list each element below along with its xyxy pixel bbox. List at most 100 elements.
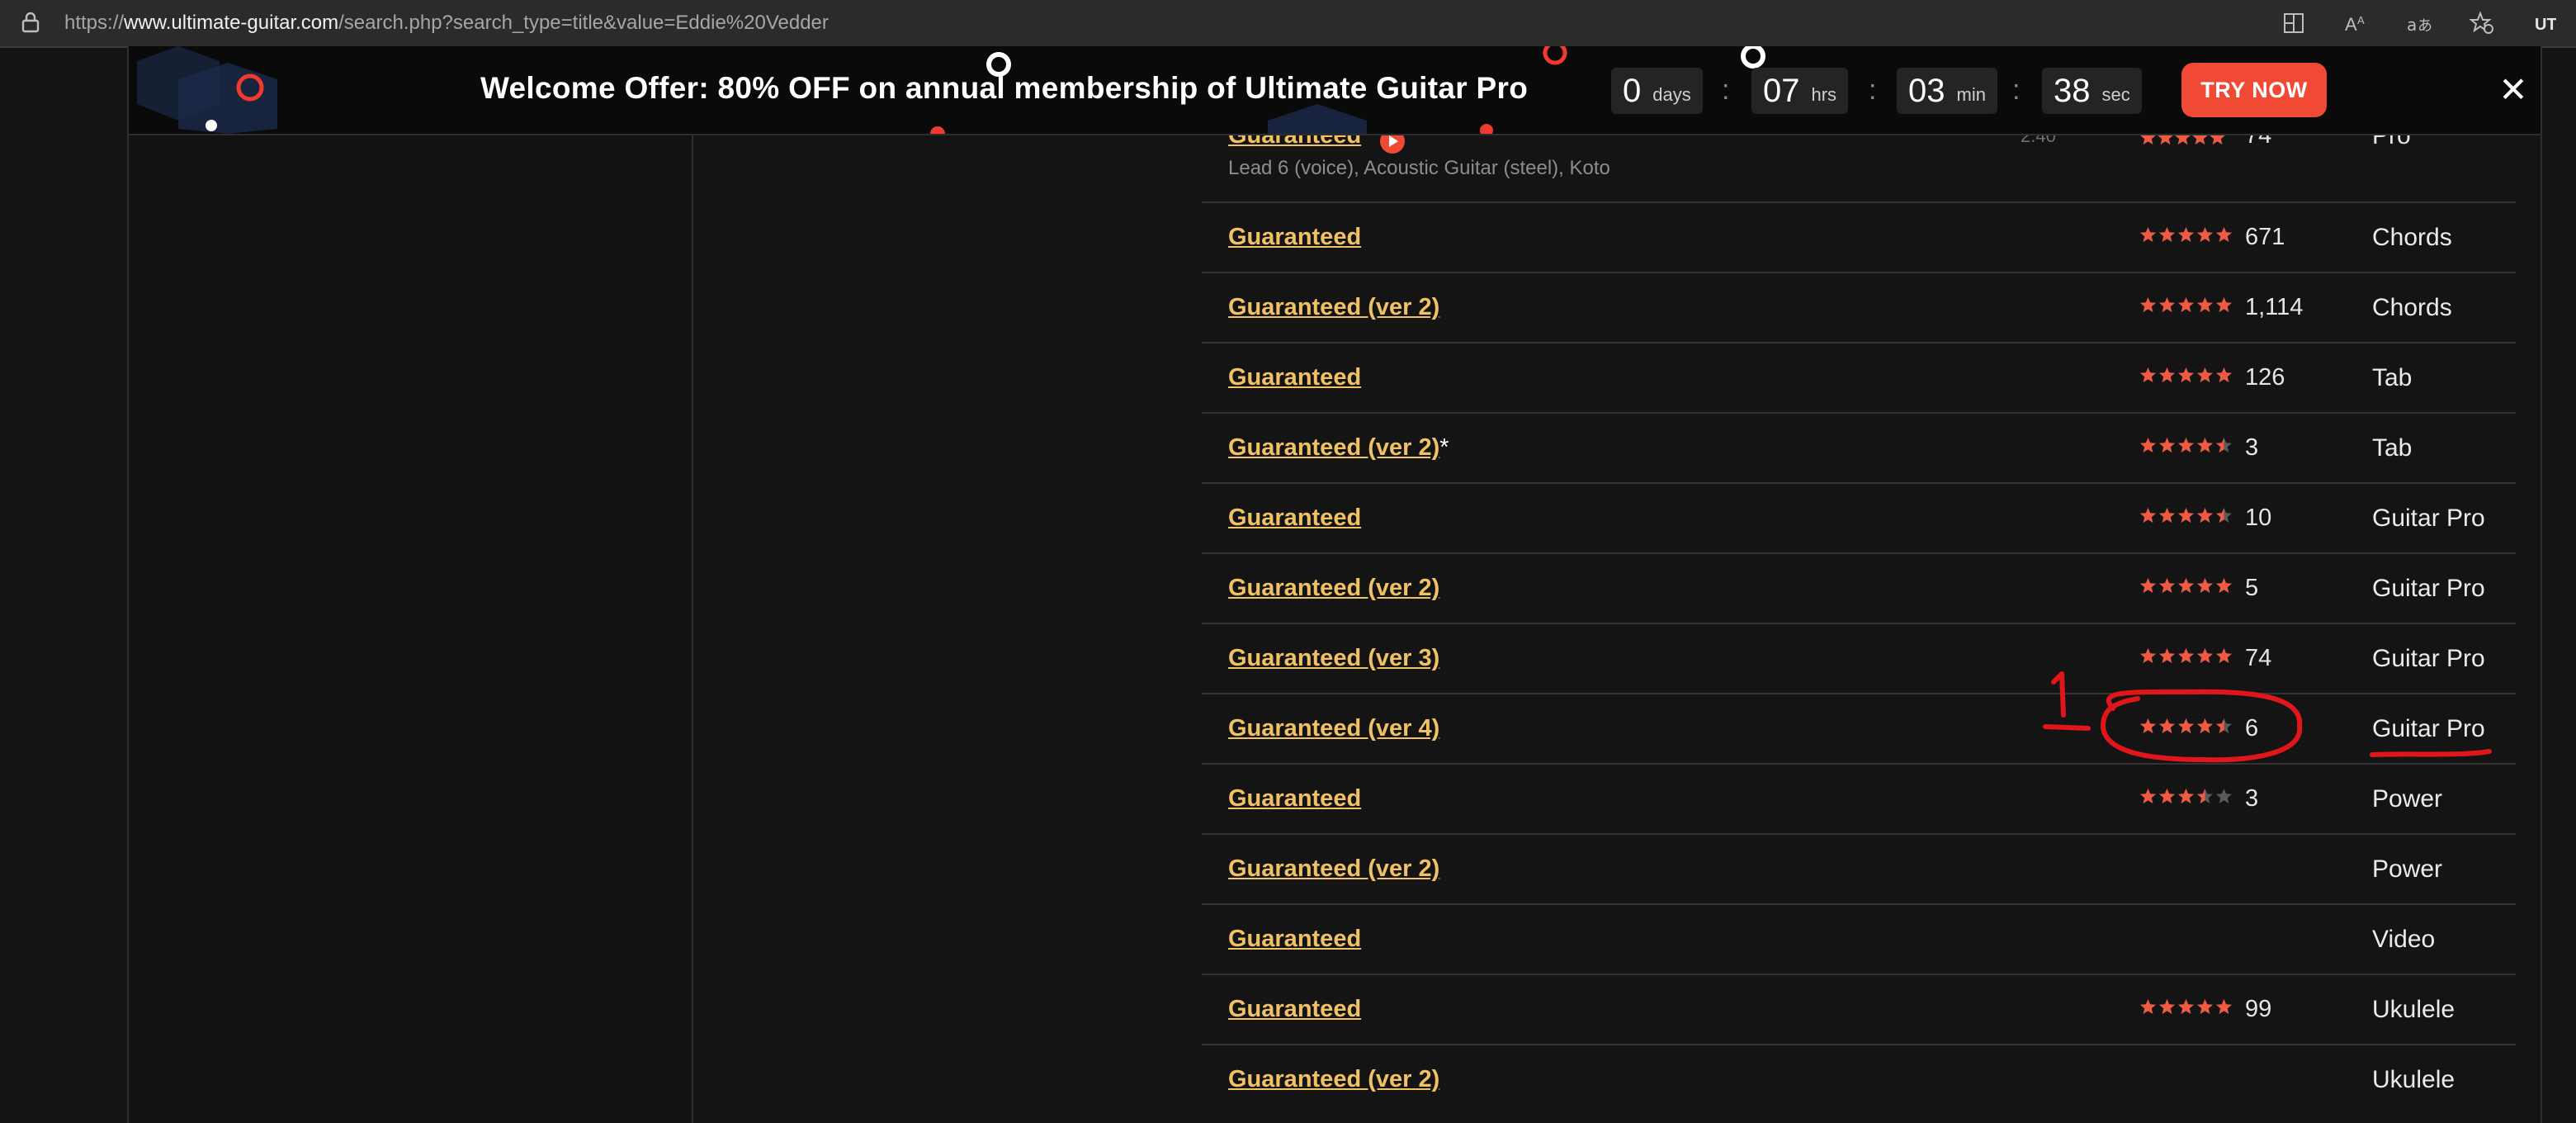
star-icon bbox=[2197, 227, 2213, 242]
svg-text:あ: あ bbox=[2418, 17, 2432, 34]
asterisk-mark: * bbox=[1439, 434, 1449, 461]
table-row: Guaranteed Video bbox=[1202, 903, 2516, 974]
countdown-separator: : bbox=[1869, 74, 1877, 106]
table-row: Guaranteed (ver 2)* 3 Tab bbox=[1202, 412, 2516, 483]
star-icon bbox=[2159, 789, 2175, 803]
result-title-link[interactable]: Guaranteed (ver 2) bbox=[1228, 575, 1439, 602]
star-icon bbox=[2140, 648, 2156, 663]
browser-address-bar: https://www.ultimate-guitar.com/search.p… bbox=[0, 0, 2576, 48]
star-icon bbox=[2140, 999, 2156, 1014]
star-icon bbox=[2159, 438, 2175, 453]
star-icon bbox=[2197, 508, 2213, 523]
star-icon bbox=[2178, 999, 2194, 1014]
result-title-link[interactable]: Guaranteed (ver 4) bbox=[1228, 715, 1439, 742]
lock-icon[interactable] bbox=[21, 12, 40, 33]
result-title-link[interactable]: Guaranteed (ver 2) bbox=[1228, 855, 1439, 883]
table-row: Guaranteed (ver 2) Ukulele bbox=[1202, 1044, 2516, 1115]
result-instruments: Lead 6 (voice), Acoustic Guitar (steel),… bbox=[1228, 157, 1610, 179]
star-icon bbox=[2216, 718, 2232, 733]
left-sidebar bbox=[129, 135, 692, 1123]
result-title-link[interactable]: Guaranteed (ver 2) bbox=[1228, 1066, 1439, 1093]
star-icon bbox=[2159, 578, 2175, 593]
star-icon bbox=[2140, 227, 2156, 242]
column-divider bbox=[692, 135, 693, 1123]
table-row: Guaranteed 671 Chords bbox=[1202, 201, 2516, 272]
table-row: Guaranteed (ver 2) Power bbox=[1202, 833, 2516, 904]
star-icon bbox=[2140, 508, 2156, 523]
table-row: Guaranteed (ver 3) 74 Guitar Pro bbox=[1202, 623, 2516, 694]
page-border-right bbox=[2541, 46, 2542, 1123]
result-type: Guitar Pro bbox=[2372, 715, 2485, 742]
result-votes: 99 bbox=[2245, 996, 2272, 1022]
result-title-link[interactable]: Guaranteed (ver 3) bbox=[1228, 645, 1439, 672]
rating-stars bbox=[2139, 226, 2233, 244]
try-now-button[interactable]: TRY NOW bbox=[2181, 63, 2327, 117]
star-icon bbox=[2140, 789, 2156, 803]
svg-text:a: a bbox=[2407, 15, 2417, 34]
table-row: Guaranteed 99 Ukulele bbox=[1202, 974, 2516, 1045]
star-icon bbox=[2140, 718, 2156, 733]
result-type: Guitar Pro bbox=[2372, 645, 2485, 672]
read-aloud-icon[interactable]: AA bbox=[2342, 8, 2371, 38]
star-icon bbox=[2159, 367, 2175, 382]
rating-stars bbox=[2139, 367, 2233, 384]
star-icon bbox=[2178, 718, 2194, 733]
star-icon bbox=[2216, 578, 2232, 593]
result-type: Power bbox=[2372, 855, 2443, 883]
star-icon bbox=[2178, 438, 2194, 453]
star-icon bbox=[2216, 297, 2232, 312]
countdown-hours: 07 hrs bbox=[1751, 68, 1849, 114]
star-icon bbox=[2178, 227, 2194, 242]
rating-stars bbox=[2139, 998, 2233, 1016]
star-icon bbox=[2197, 999, 2213, 1014]
table-row: Guaranteed (ver 2) 5 Guitar Pro bbox=[1202, 552, 2516, 623]
star-icon bbox=[2216, 648, 2232, 663]
svg-text:UT: UT bbox=[2535, 16, 2556, 34]
profile-icon[interactable]: UT bbox=[2530, 8, 2559, 38]
result-type: Chords bbox=[2372, 224, 2452, 251]
star-icon bbox=[2140, 578, 2156, 593]
result-type: Tab bbox=[2372, 364, 2413, 391]
star-icon bbox=[2140, 367, 2156, 382]
result-title-link[interactable]: Guaranteed (ver 2) bbox=[1228, 294, 1439, 321]
star-icon bbox=[2159, 718, 2175, 733]
star-icon bbox=[2178, 578, 2194, 593]
result-type: Tab bbox=[2372, 434, 2413, 462]
result-type: Chords bbox=[2372, 294, 2452, 321]
close-icon[interactable]: ✕ bbox=[2494, 71, 2532, 109]
result-title-link[interactable]: Guaranteed bbox=[1228, 785, 1361, 813]
result-title-link[interactable]: Guaranteed bbox=[1228, 926, 1361, 953]
star-icon bbox=[2178, 508, 2194, 523]
result-title-link[interactable]: Guaranteed bbox=[1228, 364, 1361, 391]
star-icon bbox=[2216, 999, 2232, 1014]
result-type: Ukulele bbox=[2372, 1066, 2455, 1093]
star-icon bbox=[2159, 227, 2175, 242]
star-icon bbox=[2178, 297, 2194, 312]
rating-stars bbox=[2139, 647, 2233, 665]
result-title-link[interactable]: Guaranteed bbox=[1228, 224, 1361, 251]
result-type: Guitar Pro bbox=[2372, 505, 2485, 532]
result-title-link[interactable]: Guaranteed (ver 2)* bbox=[1228, 434, 1449, 462]
table-row: Guaranteed 126 Tab bbox=[1202, 342, 2516, 413]
result-votes: 5 bbox=[2245, 575, 2259, 601]
rating-stars bbox=[2139, 507, 2233, 524]
countdown-seconds: 38 sec bbox=[2042, 68, 2142, 114]
url-text[interactable]: https://www.ultimate-guitar.com/search.p… bbox=[64, 10, 829, 36]
result-votes: 3 bbox=[2245, 785, 2259, 812]
star-icon bbox=[2216, 508, 2232, 523]
result-votes: 1,114 bbox=[2245, 294, 2304, 320]
result-type: Power bbox=[2372, 785, 2443, 813]
rating-stars bbox=[2139, 577, 2233, 595]
favorite-icon[interactable] bbox=[2467, 8, 2497, 38]
result-title-link[interactable]: Guaranteed bbox=[1228, 996, 1361, 1023]
promo-banner: Welcome Offer: 80% OFF on annual members… bbox=[129, 46, 2541, 135]
svg-text:A: A bbox=[2357, 14, 2365, 26]
split-screen-icon[interactable] bbox=[2279, 8, 2309, 38]
table-row: Guaranteed (ver 4) 6 Guitar Pro bbox=[1202, 693, 2516, 764]
result-type: Video bbox=[2372, 926, 2436, 953]
result-title-link[interactable]: Guaranteed bbox=[1228, 505, 1361, 532]
star-icon bbox=[2197, 648, 2213, 663]
translate-icon[interactable]: aあ bbox=[2404, 8, 2434, 38]
star-icon bbox=[2159, 999, 2175, 1014]
star-icon bbox=[2216, 367, 2232, 382]
